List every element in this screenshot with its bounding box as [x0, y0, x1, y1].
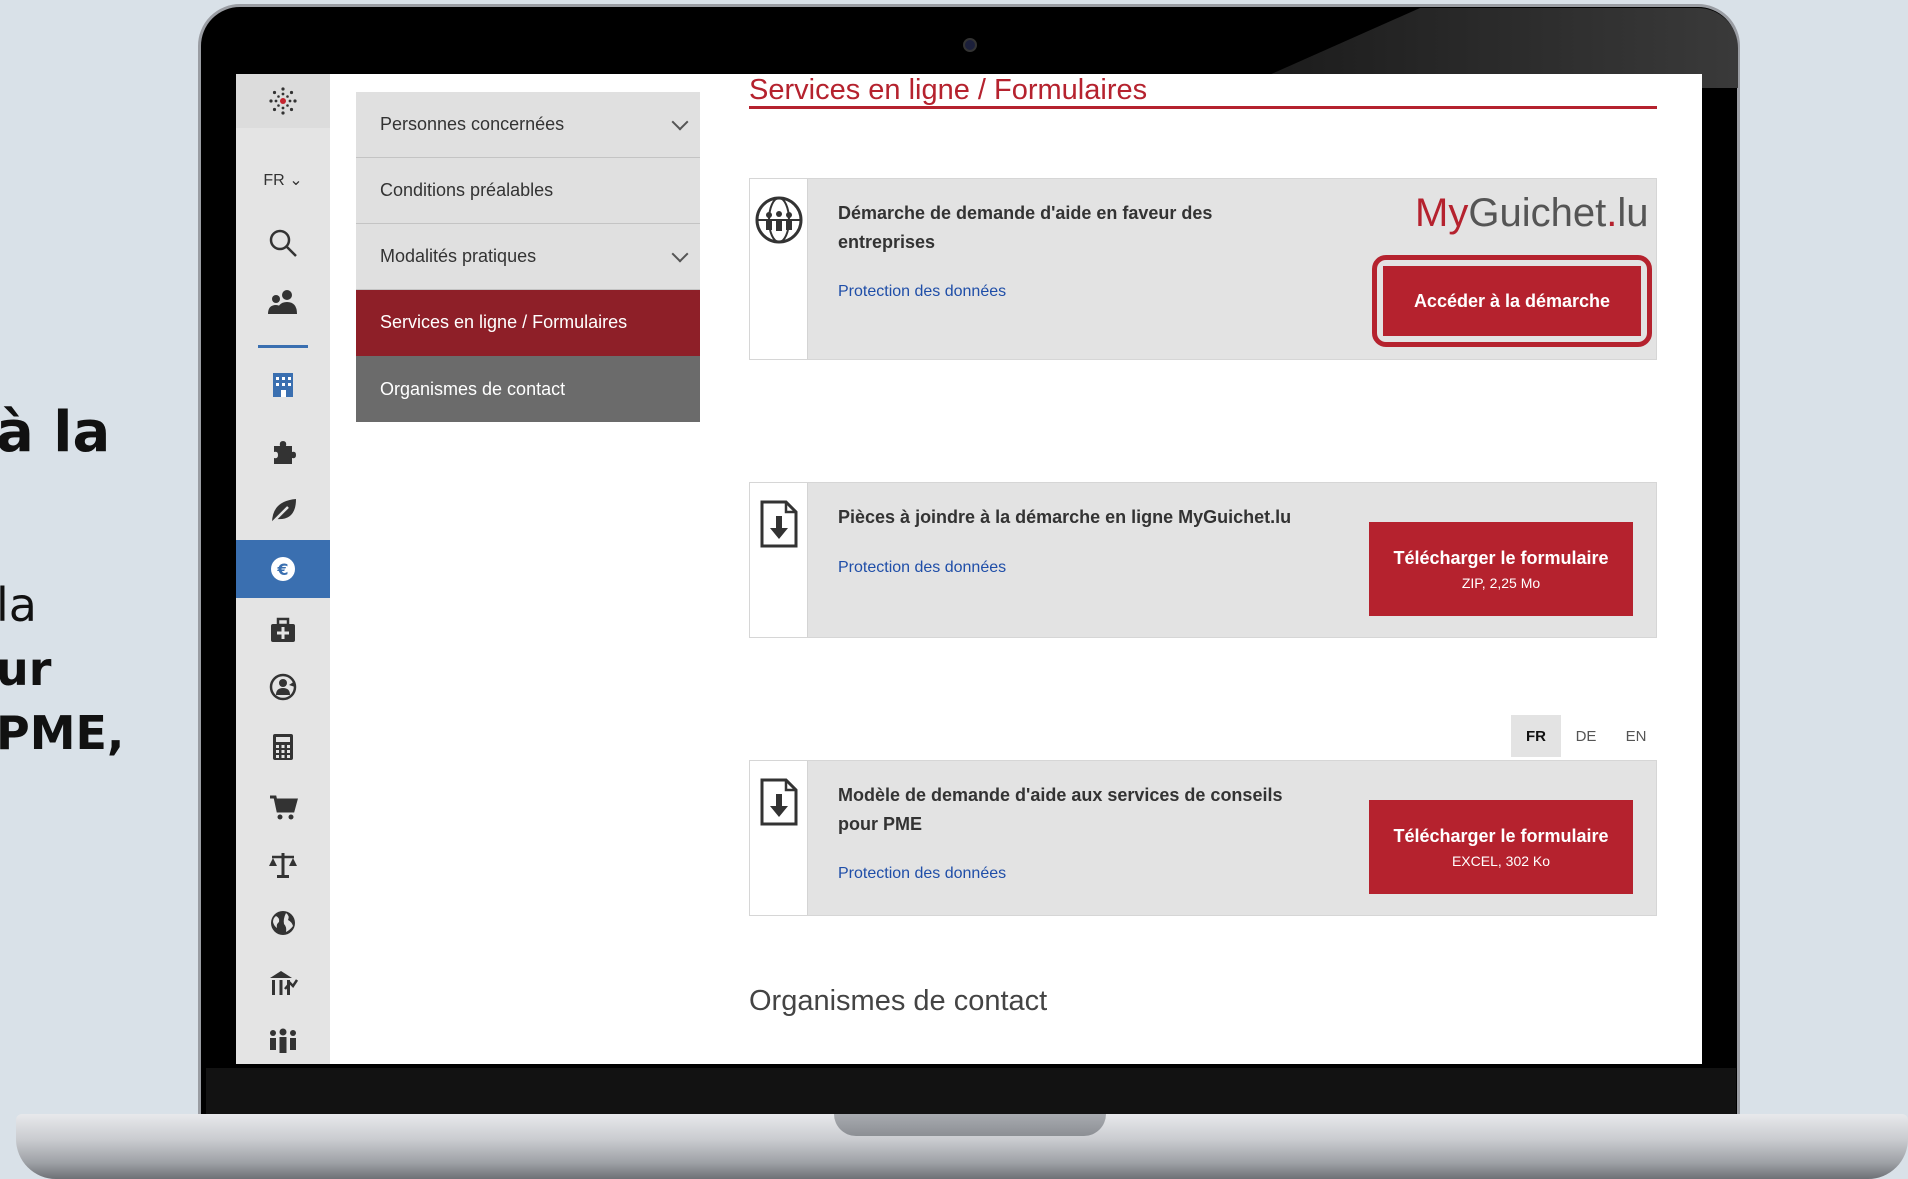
file-info: ZIP, 2,25 Mo: [1461, 574, 1541, 591]
bank-chart-icon[interactable]: [236, 960, 330, 1006]
lang-tab-fr[interactable]: FR: [1511, 715, 1561, 757]
user-cycle-icon[interactable]: [236, 664, 330, 710]
menu-item-personnes-concernees[interactable]: Personnes concernées: [356, 92, 700, 158]
logo-icon[interactable]: [236, 74, 330, 128]
cart-icon[interactable]: [236, 784, 330, 830]
globe-icon[interactable]: [236, 900, 330, 946]
highlight-outline: Accéder à la démarche: [1372, 255, 1652, 347]
form-download-card: Modèle de demande d'aide aux services de…: [749, 760, 1657, 916]
form-download-card: Pièces à joindre à la démarche en ligne …: [749, 482, 1657, 638]
background-text-fragment: PME,: [0, 706, 125, 760]
card-icon-column: [750, 761, 808, 915]
file-info: EXCEL, 302 Ko: [1451, 852, 1551, 869]
menu-item-label: Services en ligne / Formulaires: [380, 312, 628, 332]
button-label: Accéder à la démarche: [1413, 290, 1611, 311]
svg-text:€: €: [276, 560, 288, 579]
card-icon-column: [750, 179, 808, 359]
medical-kit-icon[interactable]: [236, 607, 330, 653]
data-protection-link[interactable]: Protection des données: [838, 283, 1006, 301]
side-menu: Personnes concernées Conditions préalabl…: [356, 92, 700, 422]
language-tabs: FR DE EN: [1511, 715, 1661, 757]
chevron-down-icon: ⌄: [289, 172, 303, 189]
background-heading-fragment: à la: [0, 400, 111, 465]
calculator-icon[interactable]: [236, 724, 330, 770]
laptop-notch: [834, 1114, 1106, 1136]
people-icon[interactable]: [236, 279, 330, 325]
card-title: Modèle de demande d'aide aux services de…: [838, 785, 1283, 834]
lang-tab-de[interactable]: DE: [1561, 715, 1611, 757]
group-icon[interactable]: [236, 1018, 330, 1064]
menu-item-organismes-de-contact[interactable]: Organismes de contact: [356, 356, 700, 422]
browser-screen: FR ⌄ € Personnes concernées Conditions p…: [236, 74, 1702, 1064]
brand-dot: .: [1606, 191, 1618, 235]
brand-my: My: [1415, 191, 1469, 235]
button-label: Télécharger le formulaire: [1393, 825, 1609, 846]
menu-item-label: Modalités pratiques: [380, 246, 537, 266]
myguichet-logo[interactable]: MyGuichet.lu: [1415, 191, 1648, 236]
download-form-button[interactable]: Télécharger le formulaire ZIP, 2,25 Mo: [1369, 522, 1633, 616]
access-procedure-button[interactable]: Accéder à la démarche: [1383, 266, 1641, 336]
contact-organisations-heading: Organismes de contact: [749, 985, 1048, 1017]
rail-separator: [258, 345, 308, 348]
card-icon-column: [750, 483, 808, 637]
lang-tab-en[interactable]: EN: [1611, 715, 1661, 757]
globe-people-icon: [755, 196, 802, 244]
menu-item-services-en-ligne[interactable]: Services en ligne / Formulaires: [356, 290, 700, 356]
download-form-button[interactable]: Télécharger le formulaire EXCEL, 302 Ko: [1369, 800, 1633, 894]
data-protection-link[interactable]: Protection des données: [838, 865, 1006, 883]
language-selector[interactable]: FR ⌄: [236, 170, 330, 190]
laptop-chin: [206, 1068, 1736, 1114]
puzzle-icon[interactable]: [236, 429, 330, 475]
section-title: Services en ligne / Formulaires: [749, 74, 1148, 106]
euro-icon[interactable]: €: [236, 540, 330, 598]
leaf-icon[interactable]: [236, 488, 330, 534]
menu-item-label: Conditions préalables: [380, 180, 554, 200]
language-code: FR: [263, 172, 285, 189]
scales-icon[interactable]: [236, 842, 330, 888]
online-service-card: Démarche de demande d'aide en faveur des…: [749, 178, 1657, 360]
menu-item-modalites-pratiques[interactable]: Modalités pratiques: [356, 224, 700, 290]
search-icon[interactable]: [236, 220, 330, 266]
download-document-icon: [760, 500, 797, 548]
card-title: Pièces à joindre à la démarche en ligne …: [838, 507, 1292, 527]
background-text-fragment: ur: [0, 642, 52, 696]
chevron-down-icon: [671, 113, 689, 130]
brand-tld: lu: [1617, 191, 1649, 235]
icon-rail: FR ⌄ €: [236, 74, 330, 1064]
card-title: Démarche de demande d'aide en faveur des…: [838, 203, 1213, 252]
building-icon[interactable]: [236, 361, 330, 407]
menu-item-label: Organismes de contact: [380, 378, 566, 399]
camera-icon: [963, 38, 977, 52]
menu-item-conditions-prealables[interactable]: Conditions préalables: [356, 158, 700, 224]
chevron-down-icon: [671, 245, 689, 262]
brand-guichet: Guichet: [1468, 191, 1607, 235]
section-title-underline: [749, 106, 1657, 109]
data-protection-link[interactable]: Protection des données: [838, 559, 1006, 577]
button-label: Télécharger le formulaire: [1393, 547, 1609, 568]
menu-item-label: Personnes concernées: [380, 114, 565, 134]
background-text-fragment: la: [0, 578, 37, 632]
download-document-icon: [760, 778, 797, 826]
